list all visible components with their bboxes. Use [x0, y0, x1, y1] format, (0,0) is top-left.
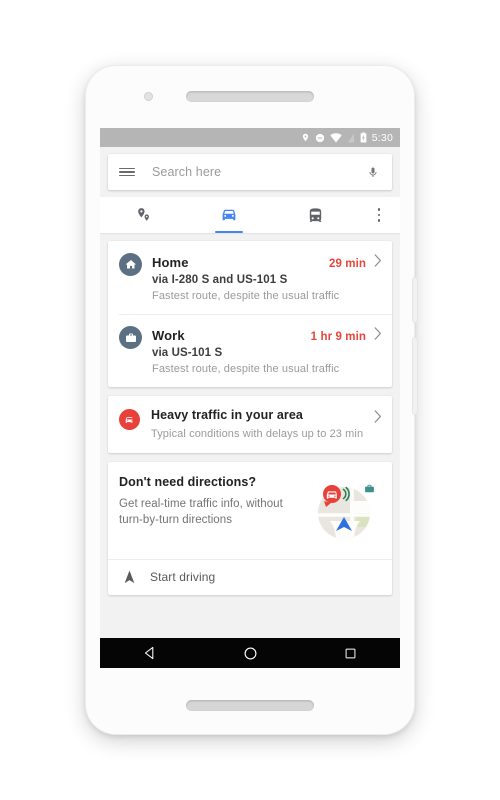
traffic-card[interactable]: Heavy traffic in your area Typical condi…: [108, 396, 392, 453]
front-camera-icon: [144, 92, 153, 101]
destination-header: Work 1 hr 9 min: [152, 325, 382, 343]
kebab-menu-icon: [377, 208, 381, 222]
tab-transit[interactable]: [272, 197, 358, 233]
destination-name: Home: [152, 255, 189, 270]
do-not-disturb-icon: [315, 133, 324, 142]
explore-pins-icon: [137, 207, 149, 221]
promo-body: Don't need directions? Get real-time tra…: [119, 475, 304, 547]
hamburger-menu-icon[interactable]: [108, 165, 146, 178]
phone-frame: 5:30 Search here Home 29 min via I-280 S…: [86, 66, 417, 734]
signal-icon: [347, 133, 354, 142]
tab-explore[interactable]: [100, 197, 186, 233]
microphone-icon[interactable]: [354, 164, 392, 181]
destination-note: Fastest route, despite the usual traffic: [152, 290, 340, 302]
map-with-navigation-arrow-illustration: [304, 475, 380, 547]
tab-active-indicator: [215, 230, 243, 233]
start-driving-button[interactable]: Start driving: [108, 559, 392, 595]
destination-eta: 1 hr 9 min: [310, 331, 366, 343]
traffic-alert-icon: [119, 409, 140, 430]
destination-eta: 29 min: [328, 258, 366, 270]
chevron-right-icon[interactable]: [366, 408, 382, 423]
search-bar[interactable]: Search here: [108, 154, 392, 190]
tab-bar: [100, 197, 400, 233]
work-briefcase-icon: [119, 326, 142, 349]
promo-subtitle: Get real-time traffic info, without turn…: [119, 498, 283, 527]
destination-note: Fastest route, despite the usual traffic: [152, 363, 340, 375]
nav-home-button[interactable]: [222, 638, 278, 668]
navigation-arrow-icon: [120, 570, 150, 584]
destinations-card: Home 29 min via I-280 S and US-101 S Fas…: [108, 241, 392, 387]
promo-title: Don't need directions?: [119, 475, 257, 489]
destination-body: Work 1 hr 9 min via US-101 S Fastest rou…: [142, 325, 382, 375]
location-icon: [302, 133, 308, 142]
home-circle-icon: [244, 647, 256, 659]
start-driving-label: Start driving: [150, 570, 216, 584]
destination-row-work[interactable]: Work 1 hr 9 min via US-101 S Fastest rou…: [108, 314, 392, 387]
wifi-icon: [330, 132, 342, 142]
search-bar-container: Search here: [100, 147, 400, 190]
status-clock: 5:30: [371, 131, 393, 144]
destination-row-home[interactable]: Home 29 min via I-280 S and US-101 S Fas…: [108, 241, 392, 314]
destination-name: Work: [152, 328, 185, 343]
earpiece-grille: [186, 91, 314, 102]
power-button[interactable]: [413, 278, 417, 322]
back-triangle-icon: [144, 646, 154, 660]
driving-mode-promo-card: Don't need directions? Get real-time tra…: [108, 462, 392, 595]
traffic-title: Heavy traffic in your area: [151, 408, 303, 422]
traffic-body: Heavy traffic in your area Typical condi…: [140, 408, 366, 440]
speaker-grille: [186, 700, 314, 711]
tab-driving[interactable]: [186, 197, 272, 233]
battery-icon: [360, 132, 367, 143]
promo-row: Don't need directions? Get real-time tra…: [108, 462, 392, 559]
search-input[interactable]: Search here: [146, 165, 354, 179]
nav-back-button[interactable]: [122, 638, 178, 668]
destination-via: via I-280 S and US-101 S: [152, 274, 288, 286]
chevron-right-icon[interactable]: [366, 325, 382, 340]
destination-via: via US-101 S: [152, 347, 223, 359]
traffic-row[interactable]: Heavy traffic in your area Typical condi…: [108, 396, 392, 453]
transit-bus-icon: [309, 207, 321, 222]
destination-body: Home 29 min via I-280 S and US-101 S Fas…: [142, 252, 382, 302]
content-area: Home 29 min via I-280 S and US-101 S Fas…: [100, 233, 400, 603]
chevron-right-icon[interactable]: [366, 252, 382, 267]
home-icon: [119, 253, 142, 276]
destination-header: Home 29 min: [152, 252, 382, 270]
screenshot-root: 5:30 Search here Home 29 min via I-280 S…: [0, 0, 500, 800]
traffic-subtitle: Typical conditions with delays up to 23 …: [151, 428, 364, 440]
tab-overflow-menu[interactable]: [358, 197, 400, 233]
android-nav-bar: [100, 638, 400, 668]
status-bar: 5:30: [100, 128, 400, 147]
recents-square-icon: [345, 648, 355, 658]
car-icon: [222, 209, 236, 221]
nav-recents-button[interactable]: [322, 638, 378, 668]
phone-screen: 5:30 Search here Home 29 min via I-280 S…: [100, 128, 400, 668]
volume-button[interactable]: [413, 338, 417, 414]
